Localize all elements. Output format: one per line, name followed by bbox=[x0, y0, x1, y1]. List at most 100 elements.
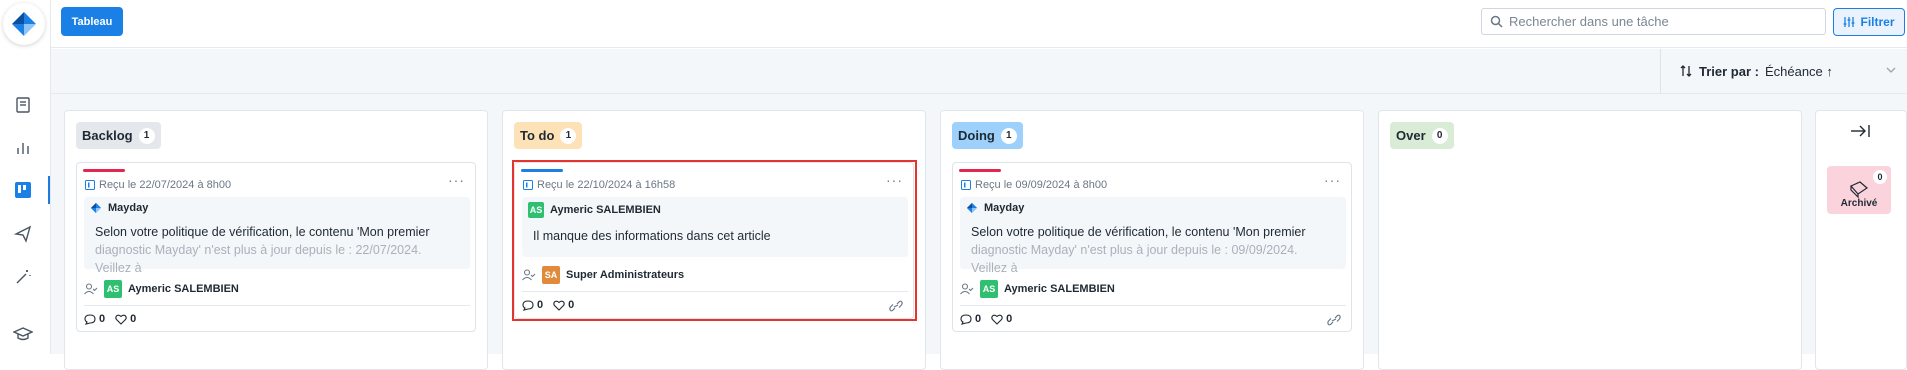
assignee-name: Aymeric SALEMBIEN bbox=[1004, 283, 1115, 295]
sort-dropdown[interactable]: Trier par : Échéance ↑ bbox=[1660, 49, 1907, 93]
message-line-2: diagnostic Mayday' n'est plus à jour dep… bbox=[971, 243, 1298, 275]
source-name: Mayday bbox=[108, 202, 149, 214]
column-over: Over 0 bbox=[1378, 110, 1802, 370]
search-input[interactable]: Rechercher dans une tâche bbox=[1481, 8, 1826, 35]
archive-panel: 0 Archivé bbox=[1815, 110, 1907, 370]
card-received: Reçu le 22/10/2024 à 16h58 bbox=[523, 179, 675, 191]
graduation-cap-icon[interactable] bbox=[11, 322, 35, 346]
kanban-icon[interactable] bbox=[11, 178, 35, 202]
card-message: Selon votre politique de vérification, l… bbox=[960, 219, 1346, 277]
mayday-logo-icon bbox=[12, 12, 36, 36]
column-header[interactable]: To do 1 bbox=[514, 122, 583, 149]
heart-icon bbox=[553, 300, 565, 311]
comments-stat[interactable]: 0 bbox=[960, 313, 981, 325]
task-card[interactable]: Reçu le 09/09/2024 à 8h00 ··· Mayday Sel… bbox=[952, 162, 1352, 332]
comment-icon bbox=[84, 313, 96, 325]
send-icon[interactable] bbox=[11, 222, 35, 246]
card-message: Selon votre politique de vérification, l… bbox=[84, 219, 470, 277]
card-stats: 0 0 bbox=[522, 299, 580, 311]
comments-count: 0 bbox=[975, 313, 982, 325]
card-message: Il manque des informations dans cet arti… bbox=[522, 223, 908, 245]
column-header[interactable]: Doing 1 bbox=[952, 122, 1023, 149]
link-icon[interactable] bbox=[1327, 314, 1341, 326]
mayday-source-icon bbox=[90, 202, 102, 214]
more-options-icon[interactable]: ··· bbox=[886, 172, 903, 188]
book-icon[interactable] bbox=[11, 93, 35, 117]
likes-stat[interactable]: 0 bbox=[115, 313, 136, 325]
sidebar bbox=[0, 0, 51, 354]
comment-icon bbox=[960, 313, 972, 325]
kanban-board: Backlog 1 Reçu le 22/07/2024 à 8h00 ··· … bbox=[51, 94, 1907, 370]
card-accent-bar bbox=[959, 169, 1001, 172]
heart-icon bbox=[991, 314, 1003, 325]
likes-count: 0 bbox=[130, 313, 137, 325]
link-icon[interactable] bbox=[889, 300, 903, 312]
mayday-source-icon bbox=[966, 202, 978, 214]
likes-count: 0 bbox=[568, 299, 575, 311]
message-line-2: diagnostic Mayday' n'est plus à jour dep… bbox=[95, 243, 422, 275]
magic-wand-icon[interactable] bbox=[11, 265, 35, 289]
card-received: Reçu le 22/07/2024 à 8h00 bbox=[85, 179, 231, 191]
column-count: 1 bbox=[138, 127, 155, 144]
column-count: 1 bbox=[560, 127, 577, 144]
archive-dropzone[interactable]: 0 Archivé bbox=[1827, 166, 1891, 214]
likes-stat[interactable]: 0 bbox=[991, 313, 1012, 325]
divider bbox=[84, 305, 470, 306]
column-header[interactable]: Over 0 bbox=[1390, 122, 1454, 149]
author-name: Aymeric SALEMBIEN bbox=[550, 204, 661, 216]
card-accent-bar bbox=[83, 169, 125, 172]
sort-value: Échéance ↑ bbox=[1764, 63, 1833, 79]
ticket-icon bbox=[961, 180, 971, 190]
card-stats: 0 0 bbox=[960, 313, 1018, 325]
filter-icon bbox=[1843, 17, 1855, 27]
assign-user-icon bbox=[84, 283, 98, 295]
assignee-row: AS Aymeric SALEMBIEN bbox=[84, 280, 239, 298]
collapse-arrow-icon[interactable] bbox=[1850, 124, 1870, 138]
column-count: 1 bbox=[1000, 127, 1017, 144]
archive-count: 0 bbox=[1873, 170, 1887, 184]
sidebar-active-indicator bbox=[48, 176, 50, 204]
assignee-name: Super Administrateurs bbox=[566, 269, 685, 281]
message-line-1: Selon votre politique de vérification, l… bbox=[95, 225, 430, 239]
comments-count: 0 bbox=[99, 313, 106, 325]
comments-stat[interactable]: 0 bbox=[522, 299, 543, 311]
avatar: SA bbox=[542, 266, 560, 284]
message-line-1: Selon votre politique de vérification, l… bbox=[971, 225, 1306, 239]
search-icon bbox=[1490, 15, 1503, 28]
tableau-view-button[interactable]: Tableau bbox=[61, 7, 123, 36]
source-box: AS Aymeric SALEMBIEN Il manque des infor… bbox=[522, 197, 908, 257]
likes-stat[interactable]: 0 bbox=[553, 299, 574, 311]
avatar: AS bbox=[980, 280, 998, 298]
column-title: Doing bbox=[958, 128, 995, 143]
archive-box-icon bbox=[1850, 181, 1868, 198]
source-box: Mayday Selon votre politique de vérifica… bbox=[960, 197, 1346, 275]
column-doing: Doing 1 Reçu le 09/09/2024 à 8h00 ··· Ma… bbox=[940, 110, 1364, 370]
assignee-row: AS Aymeric SALEMBIEN bbox=[960, 280, 1115, 298]
source-box: Mayday Selon votre politique de vérifica… bbox=[84, 197, 470, 275]
avatar: AS bbox=[104, 280, 122, 298]
message-line-1: Il manque des informations dans cet arti… bbox=[533, 229, 771, 243]
app-logo[interactable] bbox=[3, 3, 45, 45]
comments-stat[interactable]: 0 bbox=[84, 313, 105, 325]
likes-count: 0 bbox=[1006, 313, 1013, 325]
filter-button[interactable]: Filtrer bbox=[1833, 8, 1905, 36]
heart-icon bbox=[115, 314, 127, 325]
assignee-row: SA Super Administrateurs bbox=[522, 266, 684, 284]
column-header[interactable]: Backlog 1 bbox=[76, 122, 161, 149]
sort-bar: Trier par : Échéance ↑ bbox=[51, 49, 1907, 94]
sort-label: Trier par : bbox=[1699, 63, 1759, 79]
comments-count: 0 bbox=[537, 299, 544, 311]
more-options-icon[interactable]: ··· bbox=[448, 172, 465, 188]
filter-label: Filtrer bbox=[1860, 15, 1895, 29]
more-options-icon[interactable]: ··· bbox=[1324, 172, 1341, 188]
task-card[interactable]: Reçu le 22/10/2024 à 16h58 ··· AS Aymeri… bbox=[514, 162, 914, 319]
received-date: Reçu le 09/09/2024 à 8h00 bbox=[975, 179, 1108, 191]
sort-icon bbox=[1680, 65, 1692, 77]
assign-user-icon bbox=[522, 269, 536, 281]
chart-icon[interactable] bbox=[11, 136, 35, 160]
column-todo: To do 1 Reçu le 22/10/2024 à 16h58 ··· A… bbox=[502, 110, 926, 370]
card-stats: 0 0 bbox=[84, 313, 142, 325]
archive-label: Archivé bbox=[1840, 198, 1878, 209]
card-accent-bar bbox=[521, 169, 563, 172]
task-card[interactable]: Reçu le 22/07/2024 à 8h00 ··· Mayday Sel… bbox=[76, 162, 476, 332]
